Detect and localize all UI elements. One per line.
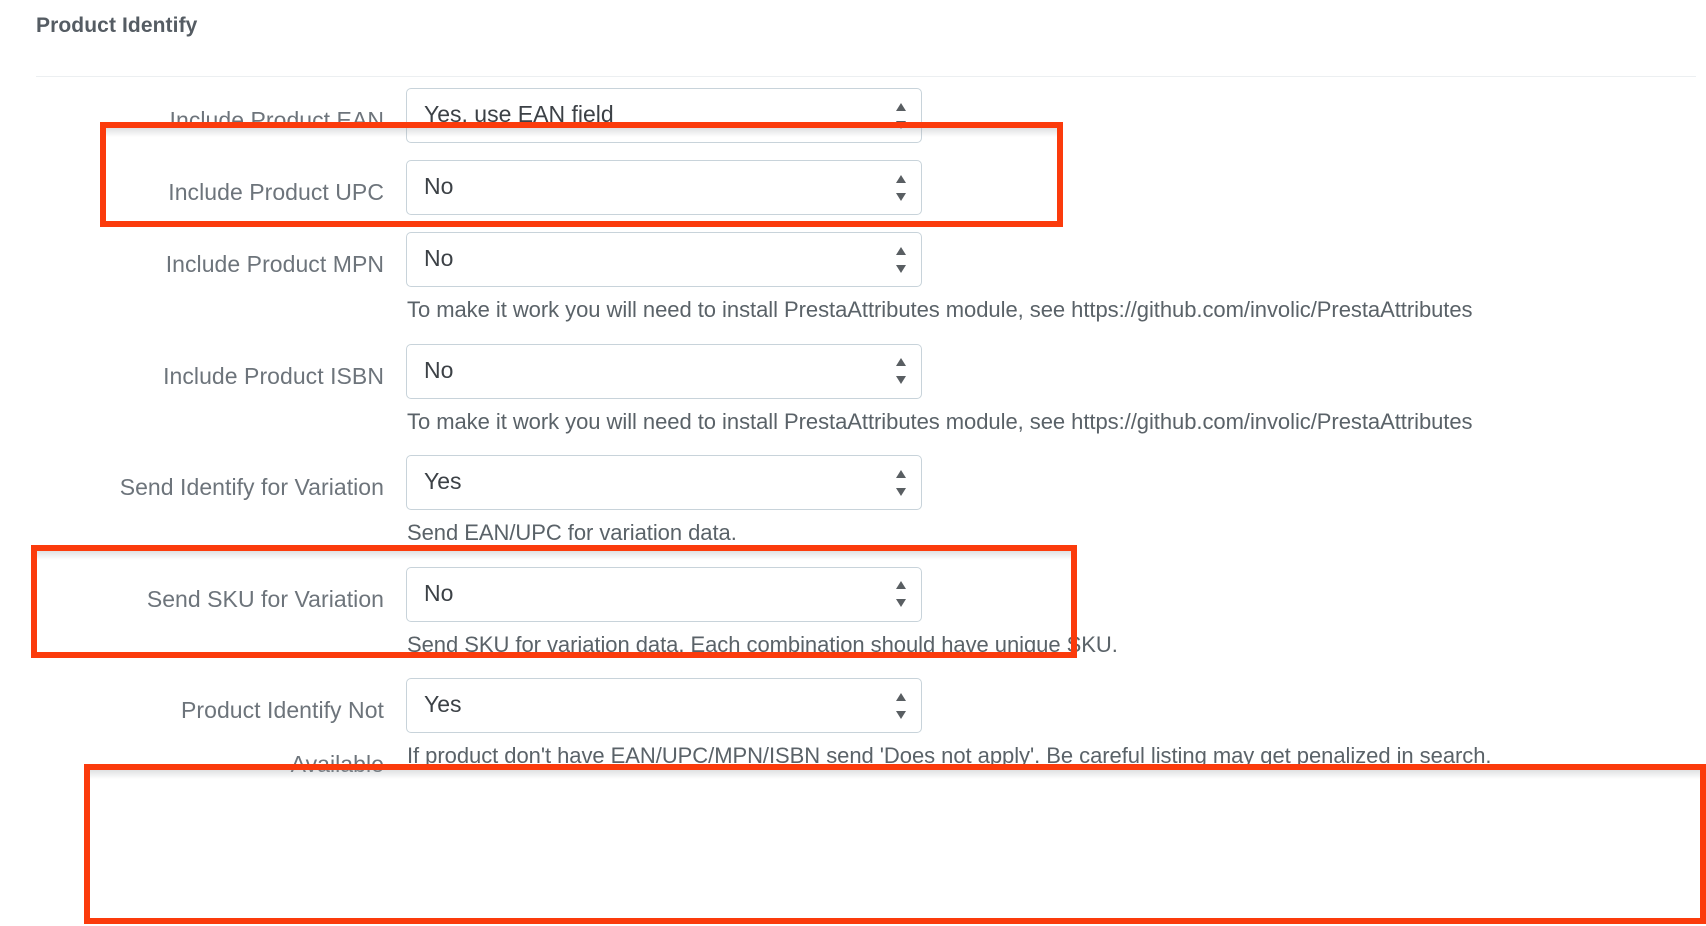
form-row-include-product-mpn: Include Product MPN No To make it work y… [0, 232, 1706, 325]
label-include-product-ean: Include Product EAN [169, 107, 384, 133]
help-text-include-product-isbn: To make it work you will need to install… [407, 408, 1473, 434]
select-value-send-identify-for-variation: Yes [424, 470, 462, 495]
select-include-product-isbn[interactable]: No [406, 343, 922, 399]
row-spacer [0, 215, 1706, 232]
label-product-identify-not-available: Product Identify Not Available [0, 678, 402, 779]
updown-spinner-icon [895, 692, 906, 719]
row-spacer [0, 436, 1706, 455]
label-include-product-mpn: Include Product MPN [165, 251, 384, 277]
label-line-1: Product Identify Not [181, 697, 384, 724]
form-row-product-identify-not-available: Product Identify Not Available Yes If pr… [0, 678, 1706, 779]
updown-spinner-icon [895, 102, 906, 129]
page-title: Product Identify [36, 14, 198, 37]
help-text-send-identify-for-variation: Send EAN/UPC for variation data. [407, 520, 737, 546]
form-row-include-product-isbn: Include Product ISBN No To make it work … [0, 343, 1706, 437]
label-include-product-upc: Include Product UPC [168, 179, 384, 205]
header-divider [36, 76, 1696, 77]
select-value-include-product-isbn: No [424, 358, 454, 383]
select-value-include-product-upc: No [424, 175, 454, 199]
form-row-include-product-ean: Include Product EAN Yes, use EAN field [0, 88, 1706, 143]
label-line-2: Available [290, 750, 384, 777]
form-row-include-product-upc: Include Product UPC No [0, 160, 1706, 215]
updown-spinner-icon [895, 581, 906, 608]
product-identify-form: Include Product EAN Yes, use EAN field I… [0, 88, 1706, 779]
select-value-include-product-ean: Yes, use EAN field [424, 103, 614, 127]
updown-spinner-icon [895, 358, 906, 385]
select-send-identify-for-variation[interactable]: Yes [406, 455, 922, 511]
help-text-include-product-mpn: To make it work you will need to install… [407, 297, 1473, 322]
updown-spinner-icon [895, 469, 906, 496]
updown-spinner-icon [895, 174, 906, 201]
help-text-product-identify-not-available: If product don't have EAN/UPC/MPN/ISBN s… [407, 743, 1492, 769]
select-value-product-identify-not-available: Yes [424, 693, 462, 718]
select-include-product-upc[interactable]: No [406, 160, 922, 215]
form-row-send-identify-for-variation: Send Identify for Variation Yes Send EAN… [0, 455, 1706, 548]
help-text-send-sku-for-variation: Send SKU for variation data. Each combin… [407, 631, 1118, 657]
label-include-product-isbn: Include Product ISBN [163, 362, 384, 389]
product-identify-settings-page: { "panel": { "title": "Product Identify"… [0, 0, 1706, 926]
select-value-include-product-mpn: No [424, 247, 454, 271]
select-include-product-mpn[interactable]: No [406, 232, 922, 287]
select-value-send-sku-for-variation: No [424, 581, 454, 606]
row-spacer [0, 143, 1706, 160]
select-send-sku-for-variation[interactable]: No [406, 566, 922, 622]
annotation-highlight-product-identify-not-available [84, 764, 1706, 924]
label-send-identify-for-variation: Send Identify for Variation [119, 474, 384, 501]
updown-spinner-icon [895, 246, 906, 273]
label-send-sku-for-variation: Send SKU for Variation [146, 585, 384, 612]
row-spacer [0, 325, 1706, 344]
row-spacer [0, 659, 1706, 678]
row-spacer [0, 548, 1706, 567]
select-product-identify-not-available[interactable]: Yes [406, 678, 922, 734]
form-row-send-sku-for-variation: Send SKU for Variation No Send SKU for v… [0, 566, 1706, 660]
select-include-product-ean[interactable]: Yes, use EAN field [406, 88, 922, 143]
